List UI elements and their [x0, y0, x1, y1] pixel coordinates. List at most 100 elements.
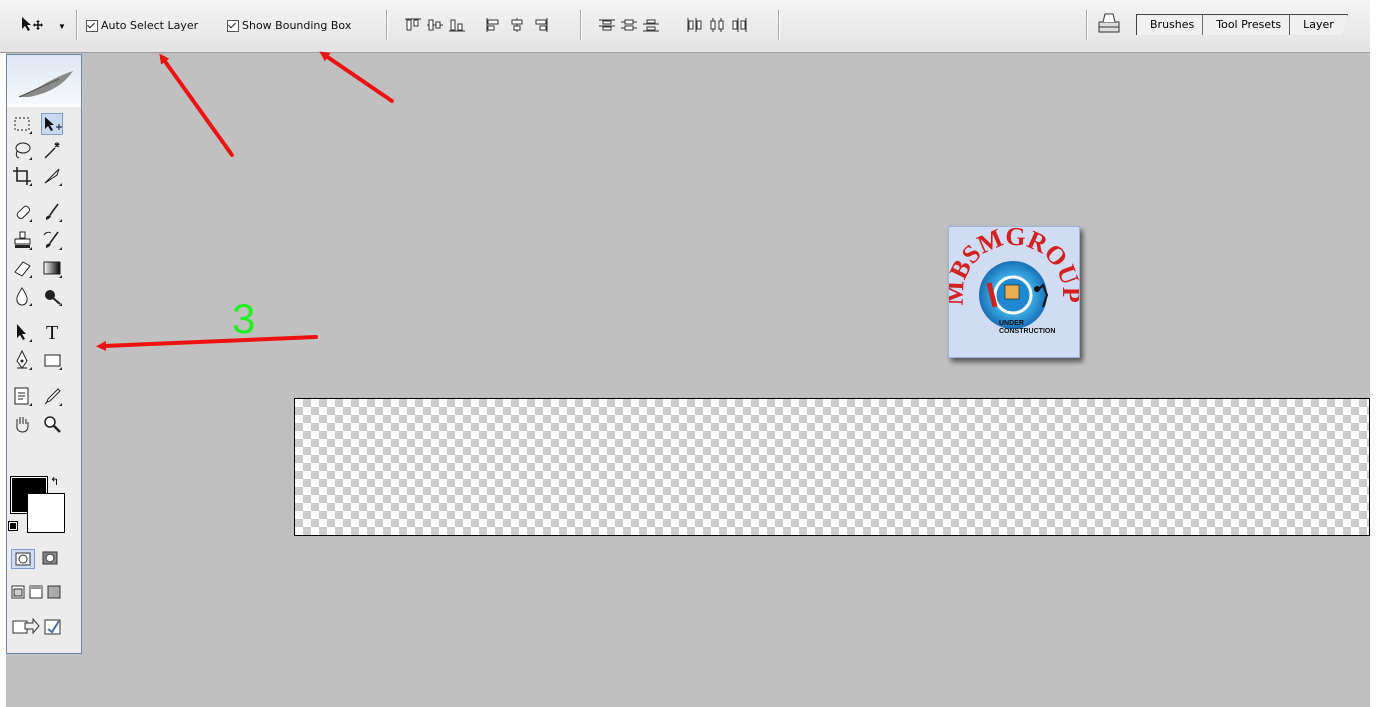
eraser-tool-button[interactable]: [11, 257, 33, 279]
show-bounding-box-checkbox[interactable]: Show Bounding Box: [227, 19, 351, 32]
checkbox-checked-icon: [86, 19, 98, 32]
align-bottom-icon: [448, 18, 466, 32]
magic-wand-tool-icon: [41, 139, 63, 161]
type-tool-icon: T: [41, 321, 63, 343]
align-hcenter-button[interactable]: [508, 18, 526, 32]
auto-select-layer-label: Auto Select Layer: [101, 19, 199, 32]
show-bounding-box-label: Show Bounding Box: [242, 19, 352, 32]
hand-tool-button[interactable]: [11, 413, 33, 435]
shape-tool-button[interactable]: [41, 349, 63, 371]
palette-well-button[interactable]: [1096, 12, 1122, 41]
magic-wand-tool-button[interactable]: [41, 139, 63, 161]
distribute-left-button[interactable]: [686, 18, 704, 32]
healing-brush-tool-button[interactable]: [11, 201, 33, 223]
flyout-corner-icon: [59, 219, 62, 222]
flyout-corner-icon: [29, 275, 32, 278]
distribute-right-button[interactable]: [730, 18, 748, 32]
align-bottom-button[interactable]: [448, 18, 466, 32]
logo-caption-construction: CONSTRUCTION: [999, 328, 1055, 335]
distribute-bottom-button[interactable]: [642, 18, 660, 32]
photoshop-window: ▼ Auto Select Layer Show Bounding Box Br…: [0, 0, 1381, 707]
distribute-hcenter-icon: [708, 18, 726, 32]
quick-mask-icon: [39, 549, 63, 567]
quick-mask-mode-button[interactable]: [39, 549, 63, 569]
path-selection-tool-button[interactable]: [11, 321, 33, 343]
flyout-corner-icon: [59, 403, 62, 406]
annotation-number-3: 3: [232, 295, 256, 342]
clone-stamp-tool-button[interactable]: [11, 229, 33, 251]
lasso-tool-button[interactable]: [11, 139, 33, 161]
distribute-vcenter-icon: [620, 18, 638, 32]
align-right-button[interactable]: [530, 18, 548, 32]
align-left-icon: [486, 18, 504, 32]
imageready-icon: [43, 617, 63, 637]
toolbox-panel: T ↰: [6, 54, 82, 654]
distribute-left-icon: [686, 18, 704, 32]
brush-tool-button[interactable]: [41, 201, 63, 223]
screen-mode-standard-button[interactable]: [11, 585, 27, 601]
distribute-hcenter-button[interactable]: [708, 18, 726, 32]
move-tool-button[interactable]: [41, 113, 63, 135]
align-top-button[interactable]: [404, 18, 422, 32]
pen-tool-button[interactable]: [11, 349, 33, 371]
blur-tool-button[interactable]: [11, 285, 33, 307]
svg-text:T: T: [46, 322, 58, 343]
flyout-corner-icon: [29, 131, 32, 134]
distribute-bottom-icon: [642, 18, 660, 32]
default-colors-icon[interactable]: [8, 521, 18, 531]
crop-tool-button[interactable]: [11, 165, 33, 187]
zoom-tool-icon: [41, 413, 63, 435]
align-vcenter-button[interactable]: [426, 18, 444, 32]
auto-select-layer-checkbox[interactable]: Auto Select Layer: [86, 19, 198, 32]
logo-caption-under: UNDER: [999, 320, 1024, 327]
screen-mode-standard-icon: [11, 585, 27, 599]
dodge-tool-button[interactable]: [41, 285, 63, 307]
flyout-corner-icon: [29, 157, 32, 160]
distribute-top-button[interactable]: [598, 18, 616, 32]
background-color-swatch[interactable]: [27, 493, 65, 533]
canvas-workspace[interactable]: [0, 53, 1370, 707]
type-tool-button[interactable]: T: [41, 321, 63, 343]
align-left-button[interactable]: [486, 18, 504, 32]
flyout-corner-icon: [59, 367, 62, 370]
align-top-icon: [404, 18, 422, 32]
flyout-corner-icon: [59, 303, 62, 306]
transparent-layer-canvas[interactable]: [294, 398, 1370, 536]
align-vcenter-icon: [426, 18, 444, 32]
flyout-corner-icon: [29, 183, 32, 186]
checkbox-checked-icon: [227, 19, 239, 32]
jump-to-imageready-button[interactable]: [11, 615, 41, 637]
flyout-corner-icon: [29, 403, 32, 406]
chevron-down-icon: ▼: [58, 22, 66, 31]
swap-colors-icon[interactable]: ↰: [50, 475, 59, 488]
screen-mode-full-icon: [47, 585, 63, 599]
flyout-corner-icon: [59, 183, 62, 186]
tool-preset-picker[interactable]: ▼: [20, 15, 66, 38]
flyout-corner-icon: [59, 247, 62, 250]
align-right-icon: [530, 18, 548, 32]
mbsmgroup-logo-layer[interactable]: MBSMGROUP UNDER CONSTRUCTION: [940, 222, 1086, 358]
screen-mode-full-button[interactable]: [47, 585, 63, 601]
flyout-corner-icon: [29, 219, 32, 222]
distribute-vcenter-button[interactable]: [620, 18, 638, 32]
tab-tool-presets[interactable]: Tool Presets: [1202, 14, 1295, 35]
marquee-tool-button[interactable]: [11, 113, 33, 135]
notes-tool-button[interactable]: [11, 385, 33, 407]
feather-logo-icon: [15, 67, 77, 106]
imageready-button[interactable]: [43, 617, 63, 637]
standard-mode-button[interactable]: [11, 549, 35, 569]
flyout-corner-icon: [29, 367, 32, 370]
gradient-tool-button[interactable]: [41, 257, 63, 279]
eyedropper-tool-button[interactable]: [41, 385, 63, 407]
palette-well-tabs: Brushes Tool Presets Layer: [1136, 14, 1342, 36]
flyout-corner-icon: [29, 339, 32, 342]
screen-mode-maximized-button[interactable]: [29, 585, 45, 601]
tab-brushes[interactable]: Brushes: [1136, 14, 1208, 35]
tab-layer-comps[interactable]: Layer: [1289, 14, 1348, 35]
toolbox-header[interactable]: [7, 55, 81, 107]
hand-tool-icon: [11, 413, 33, 435]
history-brush-tool-button[interactable]: [41, 229, 63, 251]
slice-tool-button[interactable]: [41, 165, 63, 187]
move-tool-icon: [20, 15, 46, 38]
zoom-tool-button[interactable]: [41, 413, 63, 435]
